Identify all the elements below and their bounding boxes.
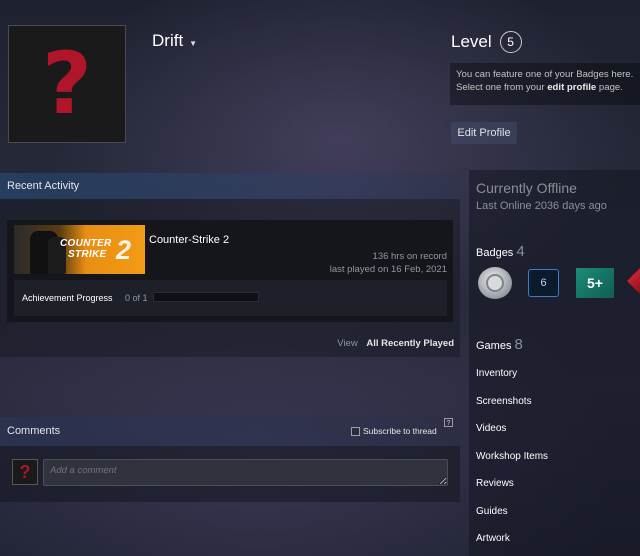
inventory-link[interactable]: Inventory xyxy=(476,368,517,379)
comments-title: Comments xyxy=(7,425,61,437)
view-recently-played: View All Recently Played xyxy=(337,338,454,349)
feature-text-line-2: Select one from your edit profile page. xyxy=(456,81,634,94)
help-icon[interactable]: ? xyxy=(444,418,453,427)
screenshots-link[interactable]: Screenshots xyxy=(476,396,532,407)
game-logo-number: 2 xyxy=(116,235,132,265)
persona-name-dropdown[interactable]: Drift ▼ xyxy=(152,31,197,51)
game-logo-line-1: COUNTER xyxy=(60,238,112,249)
profile-avatar: ? xyxy=(8,25,126,143)
recent-activity-header: Recent Activity xyxy=(0,173,460,199)
guides-link[interactable]: Guides xyxy=(476,506,508,517)
avatar-placeholder-glyph: ? xyxy=(42,34,92,134)
chevron-down-icon[interactable]: ▼ xyxy=(189,39,197,48)
level-badge[interactable]: 5 xyxy=(499,31,522,53)
games-link[interactable]: Games 8 xyxy=(476,336,523,353)
achievement-progress-bar xyxy=(153,292,259,302)
videos-link[interactable]: Videos xyxy=(476,423,506,434)
featured-badge-notice: You can feature one of your Badges here.… xyxy=(450,63,640,105)
hours-on-record: 136 hrs on record xyxy=(372,251,447,262)
games-label[interactable]: Games xyxy=(476,340,511,352)
feature-text-suffix: page. xyxy=(598,82,623,93)
achievement-progress-label: Achievement Progress xyxy=(22,293,113,303)
badges-count[interactable]: 4 xyxy=(516,243,524,260)
badges-link[interactable]: Badges 4 xyxy=(476,243,525,260)
feature-text-prefix: Select one from your xyxy=(456,82,545,93)
edit-profile-link[interactable]: edit profile xyxy=(547,82,596,93)
years-badge-icon[interactable]: 6 xyxy=(528,269,559,297)
achievement-count: 0 of 1 xyxy=(125,293,148,303)
level-label: Level xyxy=(451,32,492,51)
subscribe-to-thread[interactable]: Subscribe to thread xyxy=(351,426,437,436)
coin-badge-icon[interactable] xyxy=(478,267,512,299)
comment-avatar: ? xyxy=(12,459,38,485)
feature-text-line-1: You can feature one of your Badges here. xyxy=(456,69,634,80)
five-plus-badge-icon[interactable]: 5+ xyxy=(576,268,614,298)
game-name-link[interactable]: Counter-Strike 2 xyxy=(149,234,229,246)
profile-level: Level 5 xyxy=(451,31,522,53)
game-logo-line-2: STRIKE xyxy=(68,249,107,260)
view-label: View xyxy=(337,338,358,349)
reviews-link[interactable]: Reviews xyxy=(476,478,514,489)
subscribe-checkbox[interactable] xyxy=(351,426,360,436)
add-comment-input[interactable] xyxy=(43,459,448,486)
workshop-items-link[interactable]: Workshop Items xyxy=(476,451,548,462)
last-played-date: last played on 16 Feb, 2021 xyxy=(329,264,447,275)
games-count[interactable]: 8 xyxy=(514,336,522,353)
all-recently-played-link[interactable]: All Recently Played xyxy=(366,338,454,349)
persona-name[interactable]: Drift xyxy=(152,31,183,51)
game-logo-text: COUNTER STRIKE xyxy=(60,238,112,260)
edit-profile-button[interactable]: Edit Profile xyxy=(451,122,517,144)
subscribe-label[interactable]: Subscribe to thread xyxy=(363,426,437,436)
last-online-text: Last Online 2036 days ago xyxy=(476,200,607,212)
profile-sidebar xyxy=(469,170,640,556)
online-status: Currently Offline xyxy=(476,180,577,196)
badges-label[interactable]: Badges xyxy=(476,247,513,259)
artwork-link[interactable]: Artwork xyxy=(476,533,510,544)
game-capsule-image[interactable]: COUNTER STRIKE 2 xyxy=(14,225,145,274)
comment-avatar-glyph: ? xyxy=(19,462,31,482)
